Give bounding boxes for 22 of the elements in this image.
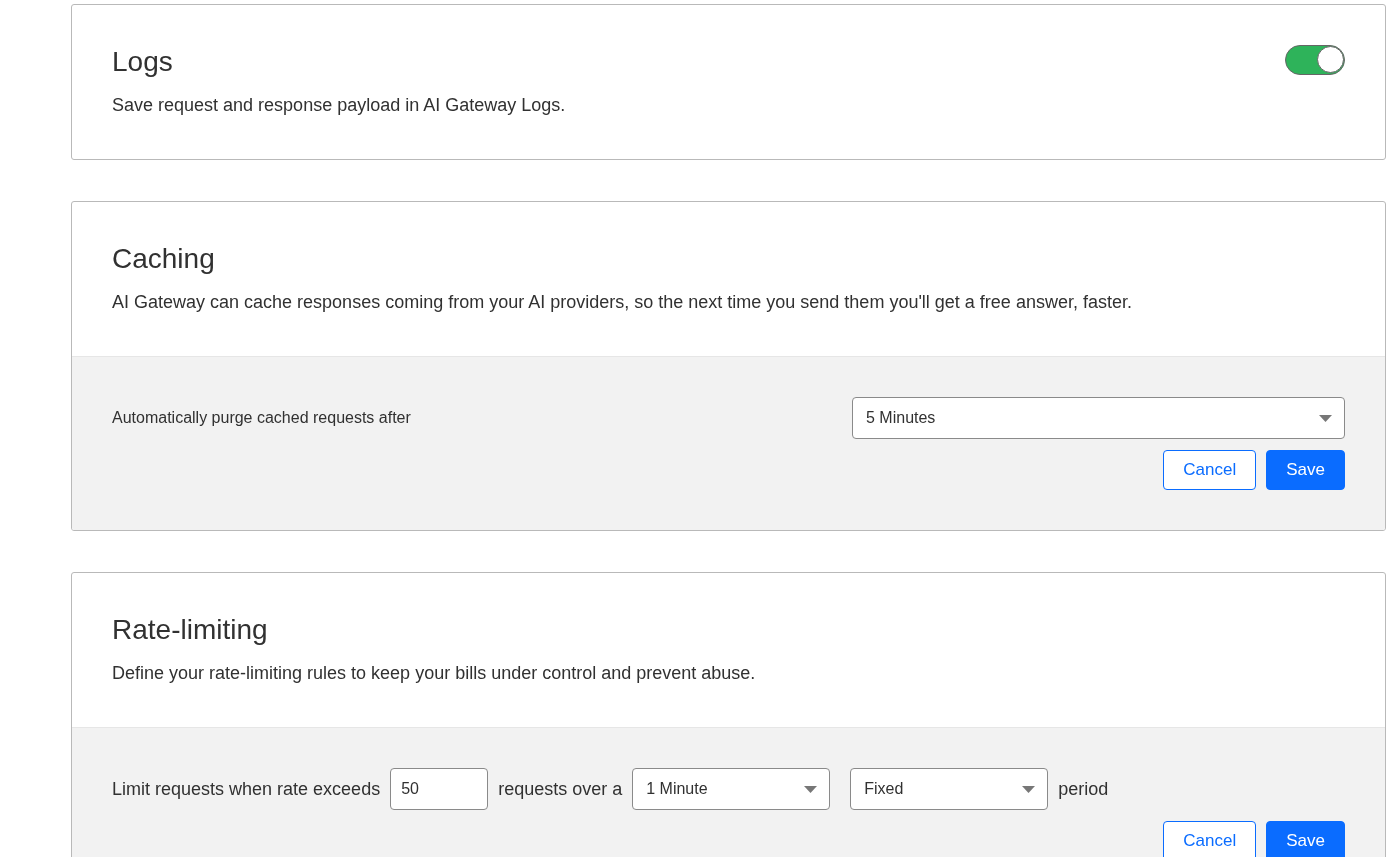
setting-text: requests over a	[498, 778, 623, 800]
select-field[interactable]: 5 Minutes	[852, 397, 1345, 439]
setting-text: Limit requests when rate exceeds	[112, 778, 381, 800]
setting-label: Automatically purge cached requests after	[112, 409, 411, 427]
section-description: Save request and response payload in AI Gateway Logs.	[112, 94, 567, 117]
section-description: Define your rate-limiting rules to keep your bills under control and prevent abuse.	[112, 662, 757, 685]
setting-text: period	[1058, 778, 1109, 800]
select-field[interactable]: Fixed	[850, 768, 1049, 810]
section-title: Caching	[112, 242, 216, 276]
caret-icon	[1319, 414, 1332, 422]
save-button[interactable]: Save	[1266, 821, 1345, 857]
cancel-button[interactable]: Cancel	[1163, 821, 1257, 857]
caret-icon	[1022, 785, 1036, 793]
caret-icon	[804, 785, 818, 793]
select-field[interactable]: 1 Minute	[632, 768, 831, 810]
input-field[interactable]: 50	[390, 768, 489, 810]
section-description: AI Gateway can cache responses coming from your AI providers, so the next time you send them you'll get a free answer, faster.	[112, 291, 1133, 314]
save-button[interactable]: Save	[1266, 450, 1345, 490]
toggle-switch[interactable]	[1285, 45, 1345, 75]
section-title: Logs	[112, 45, 174, 79]
cancel-button[interactable]: Cancel	[1163, 450, 1257, 490]
section-title: Rate-limiting	[112, 613, 269, 647]
